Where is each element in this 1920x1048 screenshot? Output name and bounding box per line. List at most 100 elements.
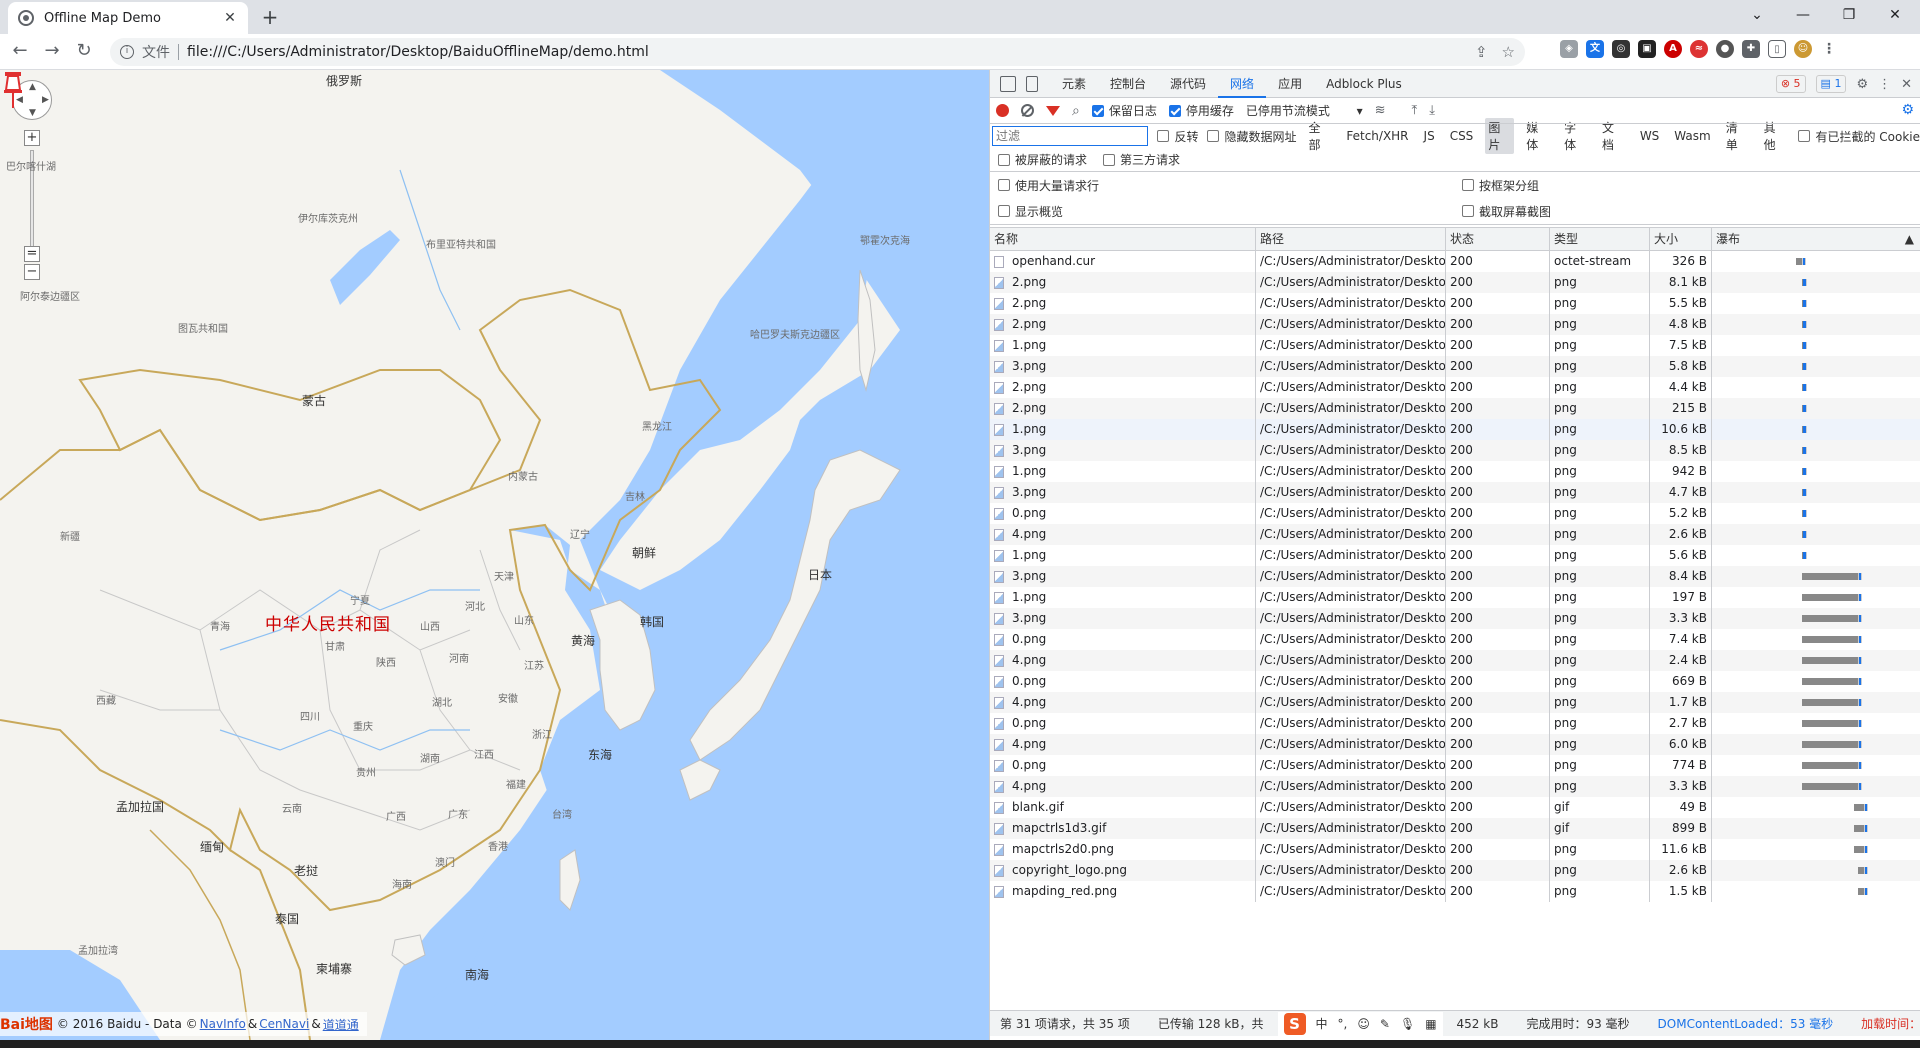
upload-har-icon[interactable]: ⤒: [1412, 103, 1418, 118]
close-devtools-icon[interactable]: ✕: [1901, 77, 1912, 92]
red-extension-icon[interactable]: ≈: [1690, 40, 1708, 58]
table-row[interactable]: 2.png/C:/Users/Administrator/Deskto... 20…: [990, 314, 1920, 335]
translate-extension-icon[interactable]: 文: [1586, 40, 1604, 58]
table-row[interactable]: 0.png/C:/Users/Administrator/Deskto... 20…: [990, 671, 1920, 692]
map-marker-icon[interactable]: [0, 70, 26, 110]
table-row[interactable]: 3.png/C:/Users/Administrator/Deskto... 20…: [990, 356, 1920, 377]
navinfo-link[interactable]: NavInfo: [200, 1017, 246, 1031]
puzzle-extensions-icon[interactable]: ✚: [1742, 40, 1760, 58]
punct-icon[interactable]: °,: [1338, 1017, 1348, 1031]
download-har-icon[interactable]: ⤓: [1429, 103, 1435, 118]
mic-icon[interactable]: 🎙: [1400, 1017, 1415, 1031]
back-button[interactable]: ←: [8, 40, 32, 64]
column-path[interactable]: 路径: [1256, 228, 1446, 250]
record-icon[interactable]: [996, 104, 1009, 117]
restore-button[interactable]: ❐: [1826, 0, 1872, 30]
zoom-out-button[interactable]: −: [24, 264, 40, 280]
column-type[interactable]: 类型: [1550, 228, 1650, 250]
table-row[interactable]: 0.png/C:/Users/Administrator/Deskto... 20…: [990, 713, 1920, 734]
map-canvas[interactable]: ▲ ▼ ◀ ▶ + = − 俄罗斯 蒙古 中华人民共和国 朝鲜 韩国 日本 黄海…: [0, 70, 989, 1040]
filter-type-fetch[interactable]: Fetch/XHR: [1343, 128, 1411, 144]
table-row[interactable]: mapctrls1d3.gif/C:/Users/Administrator/D…: [990, 818, 1920, 839]
error-count-badge[interactable]: ⊗ 5: [1775, 75, 1806, 93]
bookmark-star-icon[interactable]: ☆: [1502, 43, 1515, 61]
show-overview-checkbox[interactable]: 显示概览: [998, 203, 1063, 220]
adblock-extension-icon[interactable]: A: [1664, 40, 1682, 58]
blocked-requests-checkbox[interactable]: 被屏蔽的请求: [998, 151, 1087, 168]
more-options-icon[interactable]: ⋮: [1878, 77, 1891, 92]
column-waterfall[interactable]: 瀑布 ▲: [1712, 228, 1920, 250]
url-text[interactable]: file:///C:/Users/Administrator/Desktop/B…: [187, 44, 649, 60]
filter-type-css[interactable]: CSS: [1447, 128, 1477, 144]
table-row[interactable]: 1.png/C:/Users/Administrator/Deskto... 20…: [990, 419, 1920, 440]
tab-sources[interactable]: 源代码: [1158, 70, 1218, 98]
reload-button[interactable]: ↻: [72, 40, 96, 64]
browser-tab[interactable]: Offline Map Demo ✕: [8, 2, 248, 34]
column-size[interactable]: 大小: [1650, 228, 1712, 250]
dark-extension-icon[interactable]: ●: [1716, 40, 1734, 58]
info-icon[interactable]: i: [120, 45, 134, 59]
table-row[interactable]: 3.png/C:/Users/Administrator/Deskto... 20…: [990, 608, 1920, 629]
shield-extension-icon[interactable]: ◈: [1560, 40, 1578, 58]
box-extension-icon[interactable]: ▣: [1638, 40, 1656, 58]
table-row[interactable]: 4.png/C:/Users/Administrator/Deskto... 20…: [990, 734, 1920, 755]
forward-button[interactable]: →: [40, 40, 64, 64]
filter-type-wasm[interactable]: Wasm: [1671, 128, 1713, 144]
table-row[interactable]: 1.png/C:/Users/Administrator/Deskto... 20…: [990, 587, 1920, 608]
zoom-slider-handle[interactable]: =: [24, 246, 40, 262]
filter-input[interactable]: [992, 126, 1149, 146]
sidepanel-icon[interactable]: ▯: [1768, 40, 1786, 58]
filter-type-ws[interactable]: WS: [1637, 128, 1662, 144]
table-row[interactable]: 1.png/C:/Users/Administrator/Deskto... 20…: [990, 335, 1920, 356]
new-tab-button[interactable]: +: [258, 6, 282, 30]
daodaotong-link[interactable]: 道道通: [323, 1016, 359, 1033]
table-row[interactable]: 0.png/C:/Users/Administrator/Deskto... 20…: [990, 755, 1920, 776]
menu-icon[interactable]: ⋮: [1820, 40, 1838, 58]
table-row[interactable]: 1.png/C:/Users/Administrator/Deskto... 20…: [990, 545, 1920, 566]
preserve-log-checkbox[interactable]: 保留日志: [1091, 102, 1157, 119]
column-name[interactable]: 名称: [990, 228, 1256, 250]
pen-icon[interactable]: ✎: [1380, 1017, 1390, 1031]
table-row[interactable]: copyright_logo.png/C:/Users/Administrato…: [990, 860, 1920, 881]
table-row[interactable]: blank.gif/C:/Users/Administrator/Deskto.…: [990, 797, 1920, 818]
table-row[interactable]: 2.png/C:/Users/Administrator/Deskto... 20…: [990, 272, 1920, 293]
device-toolbar-icon[interactable]: [1026, 75, 1038, 92]
table-row[interactable]: mapding_red.png/C:/Users/Administrator/D…: [990, 881, 1920, 902]
tab-console[interactable]: 控制台: [1098, 70, 1158, 98]
cennavi-link[interactable]: CenNavi: [259, 1017, 309, 1031]
large-rows-checkbox[interactable]: 使用大量请求行: [998, 177, 1099, 194]
hide-data-urls-checkbox[interactable]: 隐藏数据网址: [1207, 128, 1296, 145]
table-row[interactable]: 0.png/C:/Users/Administrator/Deskto... 20…: [990, 629, 1920, 650]
tab-elements[interactable]: 元素: [1050, 70, 1098, 98]
invert-checkbox[interactable]: 反转: [1157, 128, 1198, 145]
tab-adblock-plus[interactable]: Adblock Plus: [1314, 70, 1414, 98]
third-party-checkbox[interactable]: 第三方请求: [1103, 151, 1180, 168]
network-settings-icon[interactable]: ⚙: [1901, 102, 1914, 118]
message-count-badge[interactable]: ▤ 1: [1815, 75, 1847, 93]
avatar[interactable]: ☺: [1794, 40, 1812, 58]
group-by-frame-checkbox[interactable]: 按框架分组: [1462, 177, 1539, 194]
table-row[interactable]: 4.png/C:/Users/Administrator/Deskto... 20…: [990, 692, 1920, 713]
close-tab-icon[interactable]: ✕: [222, 10, 238, 26]
close-window-button[interactable]: ✕: [1872, 0, 1918, 30]
ime-toolbar[interactable]: S 中 °, ☺ ✎ 🎙 ▦: [1277, 1011, 1443, 1036]
table-row[interactable]: 1.png/C:/Users/Administrator/Deskto... 20…: [990, 461, 1920, 482]
network-conditions-icon[interactable]: ≋: [1375, 103, 1386, 118]
table-row[interactable]: 4.png/C:/Users/Administrator/Deskto... 20…: [990, 524, 1920, 545]
table-row[interactable]: 3.png/C:/Users/Administrator/Deskto... 20…: [990, 566, 1920, 587]
search-icon[interactable]: ⌕: [1072, 103, 1080, 119]
filter-icon[interactable]: [1046, 105, 1060, 116]
disable-cache-checkbox[interactable]: 停用缓存: [1168, 102, 1234, 119]
throttling-select[interactable]: 已停用节流模式 ▾: [1246, 102, 1363, 119]
zoom-in-button[interactable]: +: [24, 130, 40, 146]
clear-icon[interactable]: [1021, 104, 1034, 117]
table-row[interactable]: 3.png/C:/Users/Administrator/Deskto... 20…: [990, 440, 1920, 461]
settings-gear-icon[interactable]: ⚙: [1856, 77, 1868, 92]
emoji-icon[interactable]: ☺: [1357, 1017, 1370, 1031]
address-bar[interactable]: i 文件 file:///C:/Users/Administrator/Desk…: [110, 38, 1525, 66]
capture-screenshots-checkbox[interactable]: 截取屏幕截图: [1462, 203, 1551, 220]
ime-mode[interactable]: 中: [1316, 1015, 1328, 1032]
table-row[interactable]: 2.png/C:/Users/Administrator/Deskto... 20…: [990, 398, 1920, 419]
tab-network[interactable]: 网络: [1218, 70, 1267, 98]
table-row[interactable]: openhand.cur/C:/Users/Administrator/Desk…: [990, 251, 1920, 272]
